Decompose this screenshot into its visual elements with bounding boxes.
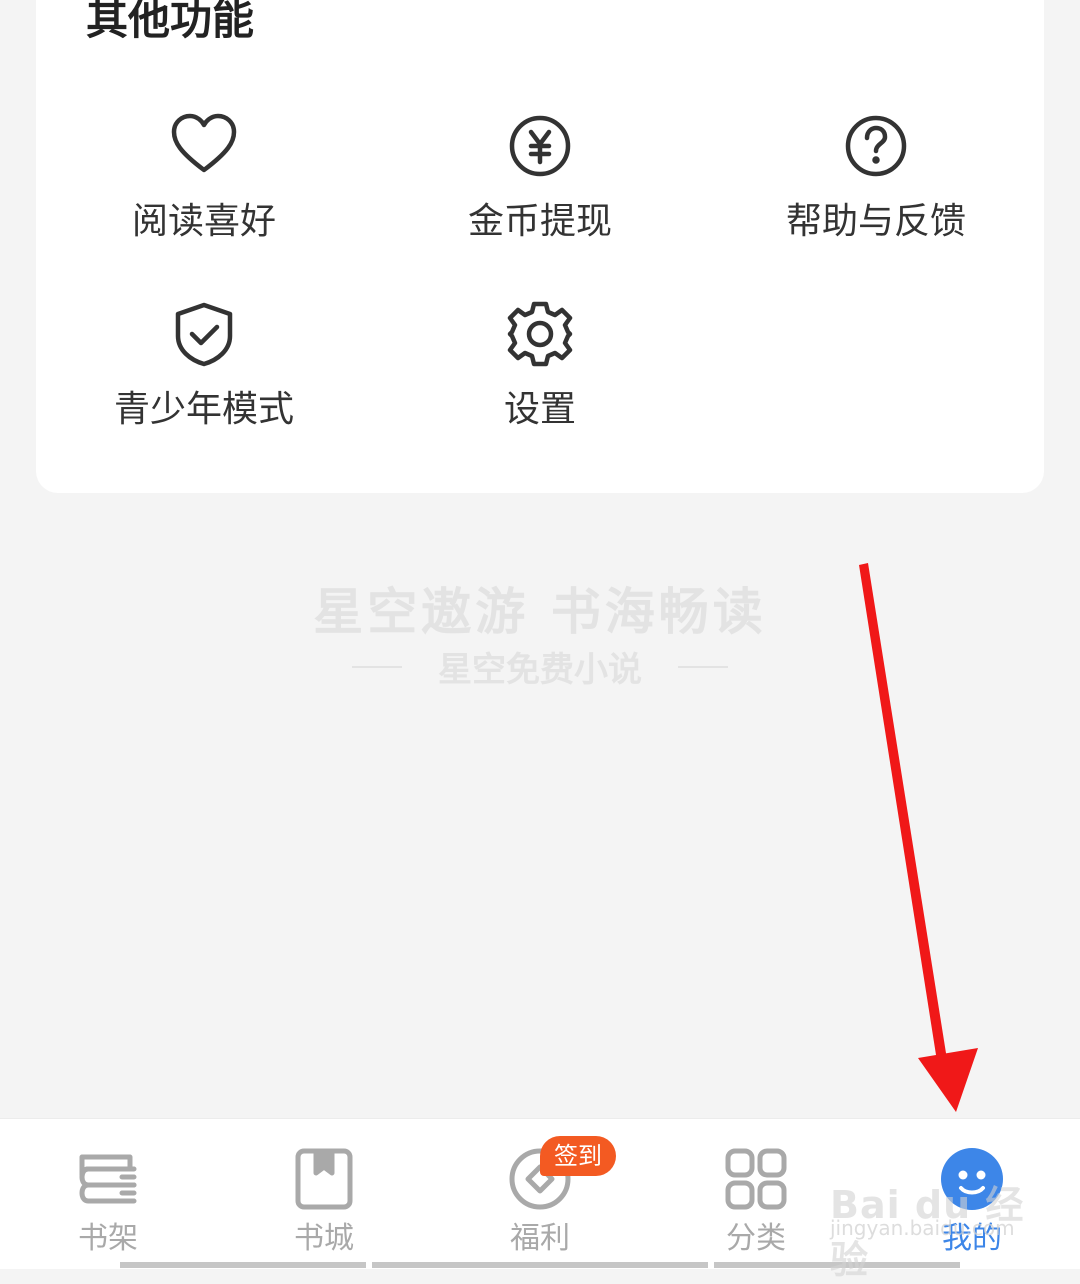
home-indicator	[120, 1262, 366, 1268]
feature-label: 阅读喜好	[131, 201, 276, 242]
tab-category[interactable]: 分类	[666, 1119, 846, 1259]
home-indicator	[714, 1262, 960, 1268]
feature-label: 青少年模式	[113, 389, 294, 430]
profile-face-icon	[940, 1119, 1004, 1211]
sign-in-badge[interactable]: 签到	[540, 1136, 616, 1176]
bookshelf-icon	[76, 1119, 140, 1211]
divider	[352, 665, 402, 668]
feature-label: 设置	[503, 389, 576, 430]
book-icon	[292, 1119, 356, 1211]
feature-coin-withdraw[interactable]: 金币提现	[410, 112, 670, 244]
home-indicator	[372, 1262, 708, 1268]
section-title: 其他功能	[86, 0, 255, 44]
slogan-sub: 星空免费小说	[438, 650, 642, 690]
tab-bookstore[interactable]: 书城	[234, 1119, 414, 1259]
slogan-sub-row: 星空免费小说	[0, 642, 1080, 691]
tab-label: 分类	[726, 1221, 786, 1256]
shield-check-icon	[170, 300, 238, 368]
feature-label: 帮助与反馈	[785, 201, 966, 242]
tab-label: 书城	[294, 1221, 354, 1256]
tab-label: 书架	[78, 1221, 138, 1256]
tab-label: 福利	[510, 1221, 570, 1256]
heart-icon	[170, 112, 238, 180]
gear-icon	[506, 300, 574, 368]
tab-label: 我的	[942, 1221, 1002, 1256]
feature-reading-preference[interactable]: 阅读喜好	[74, 112, 334, 244]
feature-label: 金币提现	[467, 201, 612, 242]
feature-settings[interactable]: 设置	[410, 300, 670, 432]
feature-help-feedback[interactable]: 帮助与反馈	[746, 112, 1006, 244]
grid-icon	[724, 1119, 788, 1211]
feature-teen-mode[interactable]: 青少年模式	[74, 300, 334, 432]
yuan-coin-icon	[506, 112, 574, 180]
slogan-main: 星空遨游 书海畅读	[313, 583, 767, 641]
bottom-tab-bar: 书架 书城 福利 分类 我的	[0, 1118, 1080, 1269]
divider	[678, 665, 728, 668]
tab-bookshelf[interactable]: 书架	[18, 1119, 198, 1259]
tab-profile[interactable]: 我的	[882, 1119, 1062, 1259]
question-circle-icon	[842, 112, 910, 180]
